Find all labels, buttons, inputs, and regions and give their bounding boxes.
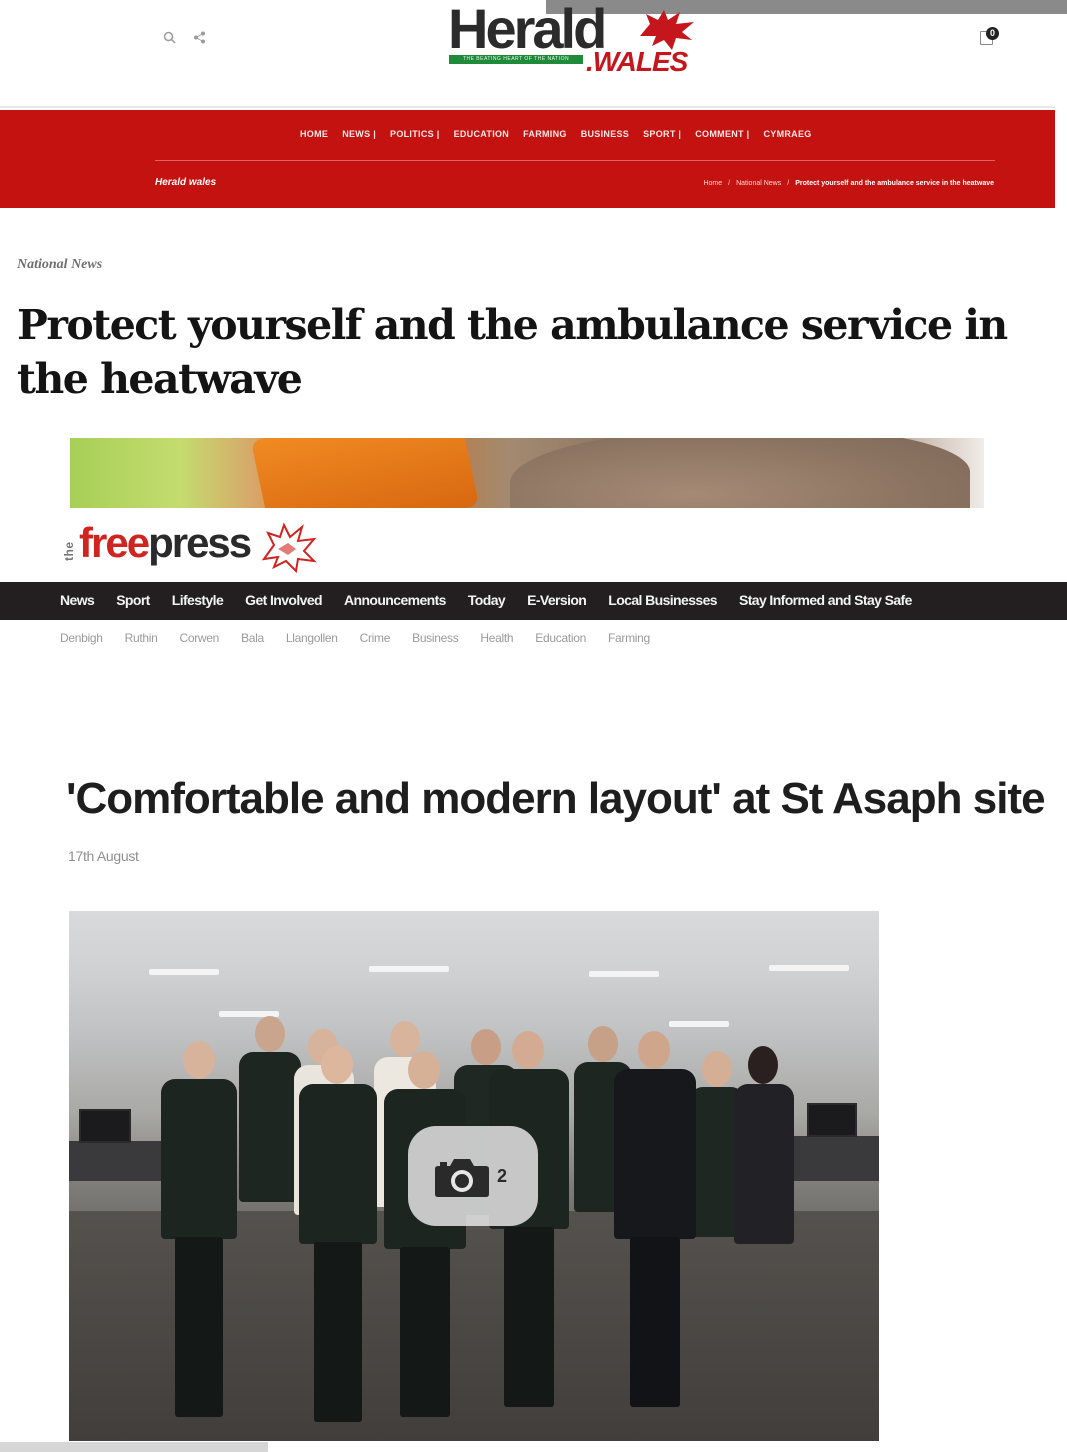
header-divider: [0, 106, 1055, 108]
person: [614, 1031, 696, 1431]
breadcrumb-section[interactable]: National News: [736, 180, 781, 187]
ceiling-light: [769, 965, 849, 971]
nav-item-stay-informed[interactable]: Stay Informed and Stay Safe: [739, 592, 912, 608]
herald-article-image: [70, 438, 984, 508]
breadcrumb-separator: /: [787, 180, 790, 187]
logo-the: the: [62, 541, 76, 562]
herald-wales-logo[interactable]: Herald THE BEATING HEART OF THE NATION .…: [446, 0, 708, 80]
office-desk: [789, 1136, 879, 1181]
freepress-logo[interactable]: the freepress: [62, 517, 332, 573]
nav-item-announcements[interactable]: Announcements: [344, 592, 446, 608]
nav-item-education[interactable]: EDUCATION: [454, 129, 510, 139]
freepress-article-title: 'Comfortable and modern layout' at St As…: [66, 774, 1046, 823]
nav-item-news[interactable]: News: [60, 592, 95, 608]
breadcrumb-current: Protect yourself and the ambulance servi…: [795, 180, 994, 187]
ceiling-light: [369, 966, 449, 972]
breadcrumb-separator: /: [728, 180, 731, 187]
subnav-item-education[interactable]: Education: [535, 631, 586, 645]
logo-word: Herald: [448, 0, 607, 60]
office-monitor: [79, 1109, 131, 1143]
camera-icon: [435, 1159, 489, 1197]
subnav-item-ruthin[interactable]: Ruthin: [125, 631, 158, 645]
breadcrumb: Home / National News / Protect yourself …: [703, 180, 994, 187]
ceiling-light: [589, 971, 659, 977]
person: [734, 1046, 794, 1426]
logo-tagline: THE BEATING HEART OF THE NATION: [449, 55, 583, 64]
nav-item-home[interactable]: HOME: [300, 129, 328, 139]
nav-item-business[interactable]: BUSINESS: [581, 129, 629, 139]
nav-item-local-businesses[interactable]: Local Businesses: [608, 592, 717, 608]
herald-article-title: Protect yourself and the ambulance servi…: [17, 301, 1008, 403]
share-icon[interactable]: [193, 31, 207, 45]
cart-icon[interactable]: 0: [980, 27, 999, 45]
horizontal-scrollbar[interactable]: [0, 1442, 268, 1452]
cart-count: 0: [986, 27, 999, 40]
subnav-item-crime[interactable]: Crime: [360, 631, 391, 645]
nav-item-today[interactable]: Today: [468, 592, 506, 608]
subnav-item-llangollen[interactable]: Llangollen: [286, 631, 338, 645]
person: [384, 1051, 466, 1441]
nav-item-farming[interactable]: FARMING: [523, 129, 567, 139]
nav-item-lifestyle[interactable]: Lifestyle: [172, 592, 224, 608]
nav-item-sport[interactable]: SPORT |: [643, 129, 681, 139]
nav-item-get-involved[interactable]: Get Involved: [245, 592, 322, 608]
freepress-sub-menu: Denbigh Ruthin Corwen Bala Llangollen Cr…: [60, 631, 672, 645]
dragon-icon: [640, 10, 694, 50]
logo-wordmark: freepress: [79, 517, 252, 569]
breadcrumb-home[interactable]: Home: [703, 180, 722, 187]
logo-free: free: [79, 519, 150, 566]
subnav-item-bala[interactable]: Bala: [241, 631, 264, 645]
section-name: Herald wales: [155, 177, 217, 188]
nav-divider: [155, 160, 995, 161]
nav-item-cymraeg[interactable]: CYMRAEG: [763, 129, 811, 139]
image-bottle: [250, 438, 480, 508]
herald-nav-bar: HOME NEWS | POLITICS | EDUCATION FARMING…: [0, 110, 1055, 208]
subnav-item-business[interactable]: Business: [412, 631, 459, 645]
person: [239, 1016, 301, 1436]
gallery-count: 2: [497, 1166, 508, 1186]
nav-item-news[interactable]: NEWS |: [342, 129, 376, 139]
dragon-icon: [261, 522, 317, 573]
logo-press: press: [148, 519, 252, 566]
office-monitor: [807, 1103, 857, 1137]
search-icon[interactable]: [163, 31, 177, 45]
freepress-main-menu: News Sport Lifestyle Get Involved Announ…: [60, 592, 934, 608]
article-date: 17th August: [68, 848, 139, 864]
nav-item-e-version[interactable]: E-Version: [527, 592, 587, 608]
ceiling-light: [669, 1021, 729, 1027]
subnav-item-health[interactable]: Health: [480, 631, 513, 645]
ceiling-light: [149, 969, 219, 975]
person: [489, 1031, 569, 1431]
nav-item-politics[interactable]: POLITICS |: [390, 129, 440, 139]
nav-item-sport[interactable]: Sport: [116, 592, 150, 608]
gallery-badge[interactable]: 2: [408, 1126, 538, 1226]
image-hand: [510, 438, 970, 508]
subnav-item-farming[interactable]: Farming: [608, 631, 650, 645]
subnav-item-denbigh[interactable]: Denbigh: [60, 631, 103, 645]
herald-header: Herald THE BEATING HEART OF THE NATION .…: [0, 0, 1067, 108]
herald-main-menu: HOME NEWS | POLITICS | EDUCATION FARMING…: [300, 129, 812, 139]
person: [161, 1041, 237, 1441]
person: [299, 1046, 377, 1441]
subnav-item-corwen[interactable]: Corwen: [180, 631, 220, 645]
nav-item-comment[interactable]: COMMENT |: [695, 129, 749, 139]
article-category[interactable]: National News: [17, 257, 102, 273]
freepress-nav-bar: News Sport Lifestyle Get Involved Announ…: [0, 582, 1067, 620]
